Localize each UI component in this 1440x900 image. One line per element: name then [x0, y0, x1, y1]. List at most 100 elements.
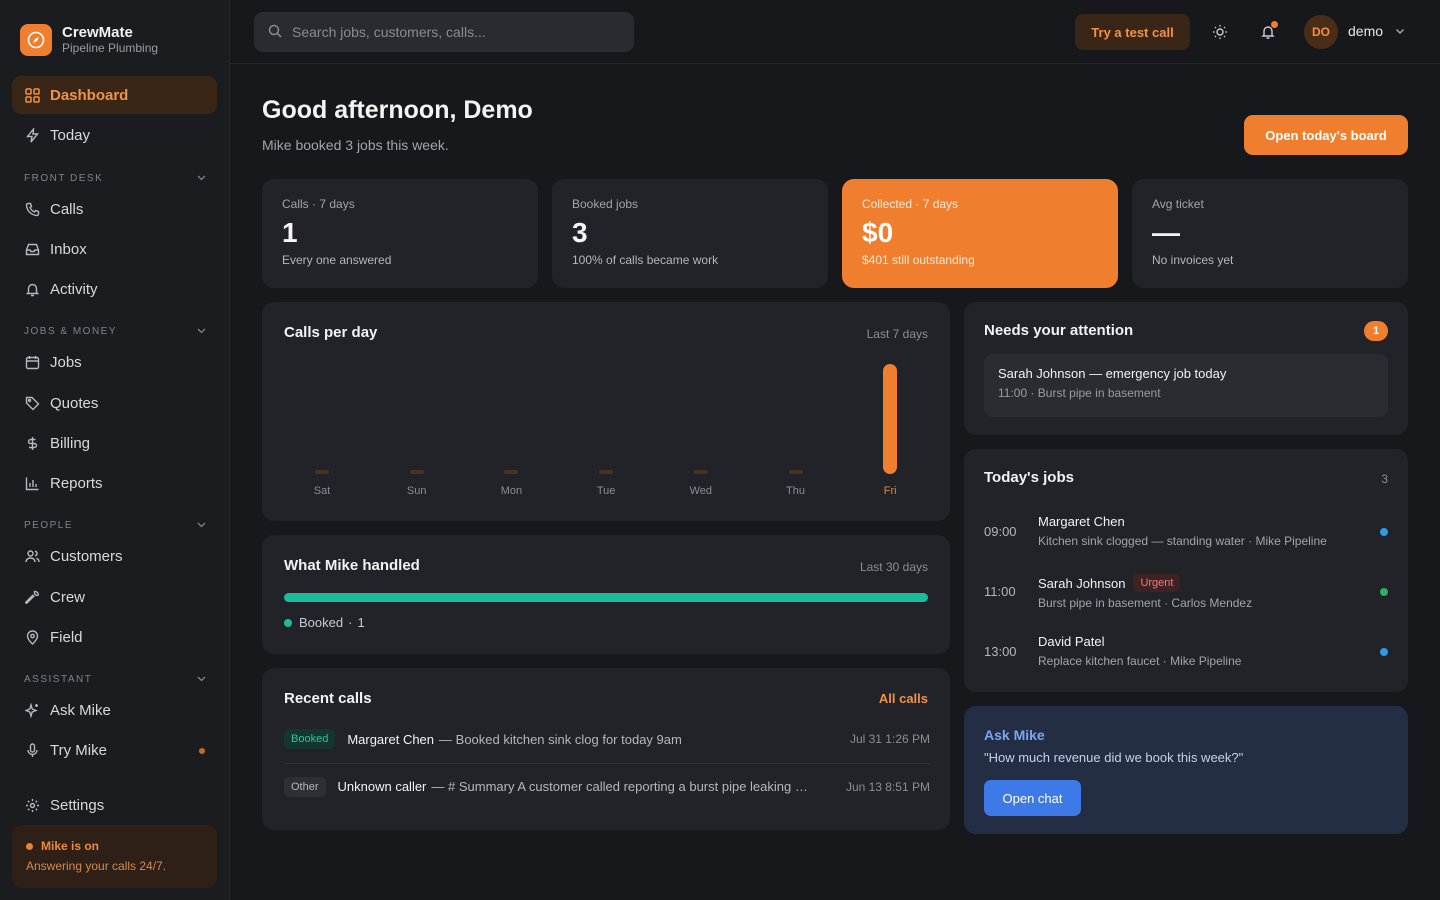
all-calls-link[interactable]: All calls: [879, 691, 928, 706]
search-input[interactable]: [292, 24, 612, 40]
sidebar-item-label: Activity: [50, 280, 98, 298]
call-row[interactable]: Other Unknown caller — # Summary A custo…: [284, 763, 930, 809]
sidebar-item-label: Calls: [50, 200, 84, 218]
open-todays-board-button[interactable]: Open today's board: [1244, 115, 1408, 155]
try-test-call-button[interactable]: Try a test call: [1075, 14, 1190, 50]
sidebar-item-calls[interactable]: Calls: [12, 190, 217, 228]
brand[interactable]: CrewMate Pipeline Plumbing: [20, 24, 158, 56]
sparkles-icon: [24, 702, 40, 718]
bell-icon: [24, 281, 40, 297]
card-title: Calls per day: [284, 324, 378, 341]
stat-card-booked-jobs[interactable]: Booked jobs 3 100% of calls became work: [552, 179, 828, 288]
status-title: Mike is on: [41, 839, 100, 853]
sidebar-item-settings[interactable]: Settings: [12, 786, 217, 824]
chart-tick-label: Tue: [596, 485, 616, 497]
stat-card-calls[interactable]: Calls · 7 days 1 Every one answered: [262, 179, 538, 288]
sidebar-item-label: Field: [50, 628, 83, 646]
sidebar-item-label: Inbox: [50, 240, 87, 258]
page-subtitle: Mike booked 3 jobs this week.: [262, 137, 449, 153]
stat-subtext: 100% of calls became work: [572, 253, 719, 267]
sidebar-item-customers[interactable]: Customers: [12, 537, 217, 575]
open-chat-button[interactable]: Open chat: [984, 780, 1081, 816]
chart-bar[interactable]: [315, 470, 329, 474]
job-time: 11:00: [984, 584, 1016, 599]
sidebar-item-label: Try Mike: [50, 741, 107, 759]
page-title: Good afternoon, Demo: [262, 96, 533, 124]
chart-tick-label: Mon: [500, 485, 523, 497]
wrench-icon: [24, 589, 40, 605]
chart-bar[interactable]: [599, 470, 614, 474]
attention-count-badge: 1: [1364, 321, 1388, 341]
sidebar-item-label: Customers: [50, 547, 123, 565]
chart-tick-label: Sat: [313, 485, 331, 497]
section-assistant[interactable]: ASSISTANT: [24, 674, 206, 685]
call-status-tag: Booked: [284, 729, 336, 749]
sidebar-item-billing[interactable]: Billing: [12, 424, 217, 462]
notifications-bell-icon[interactable]: [1258, 21, 1278, 42]
call-row[interactable]: Booked Margaret Chen — Booked kitchen si…: [284, 716, 930, 762]
job-status-dot: [1380, 528, 1388, 536]
booked-progress-bar: [284, 593, 928, 602]
job-description: Burst pipe in basement · Carlos Mendez: [1038, 596, 1253, 610]
job-customer: Margaret Chen: [1038, 514, 1125, 529]
chevron-down-icon[interactable]: [1394, 24, 1406, 40]
chart-bar[interactable]: [883, 364, 898, 474]
sidebar-item-label: Dashboard: [50, 86, 129, 104]
theme-toggle-sun-icon[interactable]: [1210, 22, 1230, 42]
sidebar-item-jobs[interactable]: Jobs: [12, 343, 217, 381]
sidebar-item-ask-mike[interactable]: Ask Mike: [12, 691, 217, 729]
sidebar-item-try-mike[interactable]: Try Mike: [12, 731, 217, 769]
job-row[interactable]: 13:00 David Patel Replace kitchen faucet…: [984, 631, 1388, 675]
users-icon: [24, 548, 40, 564]
call-status-tag: Other: [284, 776, 326, 797]
call-date: Jun 13 8:51 PM: [845, 779, 930, 794]
call-summary: — # Summary A customer called reporting …: [431, 779, 808, 794]
status-subtitle: Answering your calls 24/7.: [26, 859, 167, 873]
chevron-down-icon: [197, 326, 206, 337]
section-people[interactable]: PEOPLE: [24, 520, 206, 531]
attention-item-title: Sarah Johnson — emergency job today: [998, 366, 1227, 381]
card-title: Needs your attention: [984, 322, 1134, 339]
sidebar-item-reports[interactable]: Reports: [12, 464, 217, 502]
stat-card-avg-ticket[interactable]: Avg ticket — No invoices yet: [1132, 179, 1408, 288]
job-row[interactable]: 11:00 Sarah Johnson Urgent Burst pipe in…: [984, 571, 1388, 615]
sidebar-item-dashboard[interactable]: Dashboard: [12, 76, 217, 114]
sidebar-item-label: Today: [50, 126, 91, 144]
sidebar-item-field[interactable]: Field: [12, 618, 217, 656]
chart-tick-label: Wed: [689, 485, 712, 497]
what-mike-handled-card: What Mike handled Last 30 days Booked · …: [262, 535, 950, 654]
sidebar-item-crew[interactable]: Crew: [12, 578, 217, 616]
chart-bar[interactable]: [504, 470, 519, 474]
sidebar-item-today[interactable]: Today: [12, 116, 217, 154]
stat-label: Avg ticket: [1152, 197, 1204, 211]
legend-booked: Booked · 1: [284, 615, 365, 630]
search-icon: [268, 24, 282, 41]
job-row[interactable]: 09:00 Margaret Chen Kitchen sink clogged…: [984, 511, 1388, 555]
calendar-icon: [24, 354, 40, 370]
needs-attention-card: Needs your attention 1 Sarah Johnson — e…: [964, 302, 1408, 435]
user-name[interactable]: demo: [1348, 23, 1383, 39]
stat-card-collected[interactable]: Collected · 7 days $0 $401 still outstan…: [842, 179, 1118, 288]
attention-item[interactable]: Sarah Johnson — emergency job today 11:0…: [984, 354, 1388, 417]
chart-bar[interactable]: [409, 470, 424, 474]
sidebar-item-quotes[interactable]: Quotes: [12, 384, 217, 422]
sidebar-item-inbox[interactable]: Inbox: [12, 230, 217, 268]
job-status-dot: [1380, 588, 1388, 596]
sidebar-item-label: Billing: [50, 434, 91, 452]
ask-mike-example-prompt: "How much revenue did we book this week?…: [984, 750, 1244, 765]
card-title: What Mike handled: [284, 557, 420, 574]
chevron-down-icon: [197, 674, 206, 685]
recent-calls-card: Recent calls All calls Booked Margaret C…: [262, 668, 950, 830]
ask-mike-title: Ask Mike: [984, 727, 1045, 743]
stat-subtext: $401 still outstanding: [862, 253, 975, 267]
caller-name: Margaret Chen: [347, 731, 435, 747]
avatar[interactable]: DO: [1304, 15, 1338, 49]
chart-bar[interactable]: [788, 470, 803, 474]
calls-per-day-card: Calls per day Last 7 days Sat Sun Mon Tue We…: [262, 302, 950, 521]
sidebar-item-activity[interactable]: Activity: [12, 270, 217, 308]
section-jobs-money[interactable]: JOBS & MONEY: [24, 326, 206, 337]
search-box[interactable]: [254, 12, 634, 52]
section-front-desk[interactable]: FRONT DESK: [24, 173, 206, 184]
chart-bar[interactable]: [693, 470, 708, 474]
stat-subtext: No invoices yet: [1152, 253, 1234, 267]
